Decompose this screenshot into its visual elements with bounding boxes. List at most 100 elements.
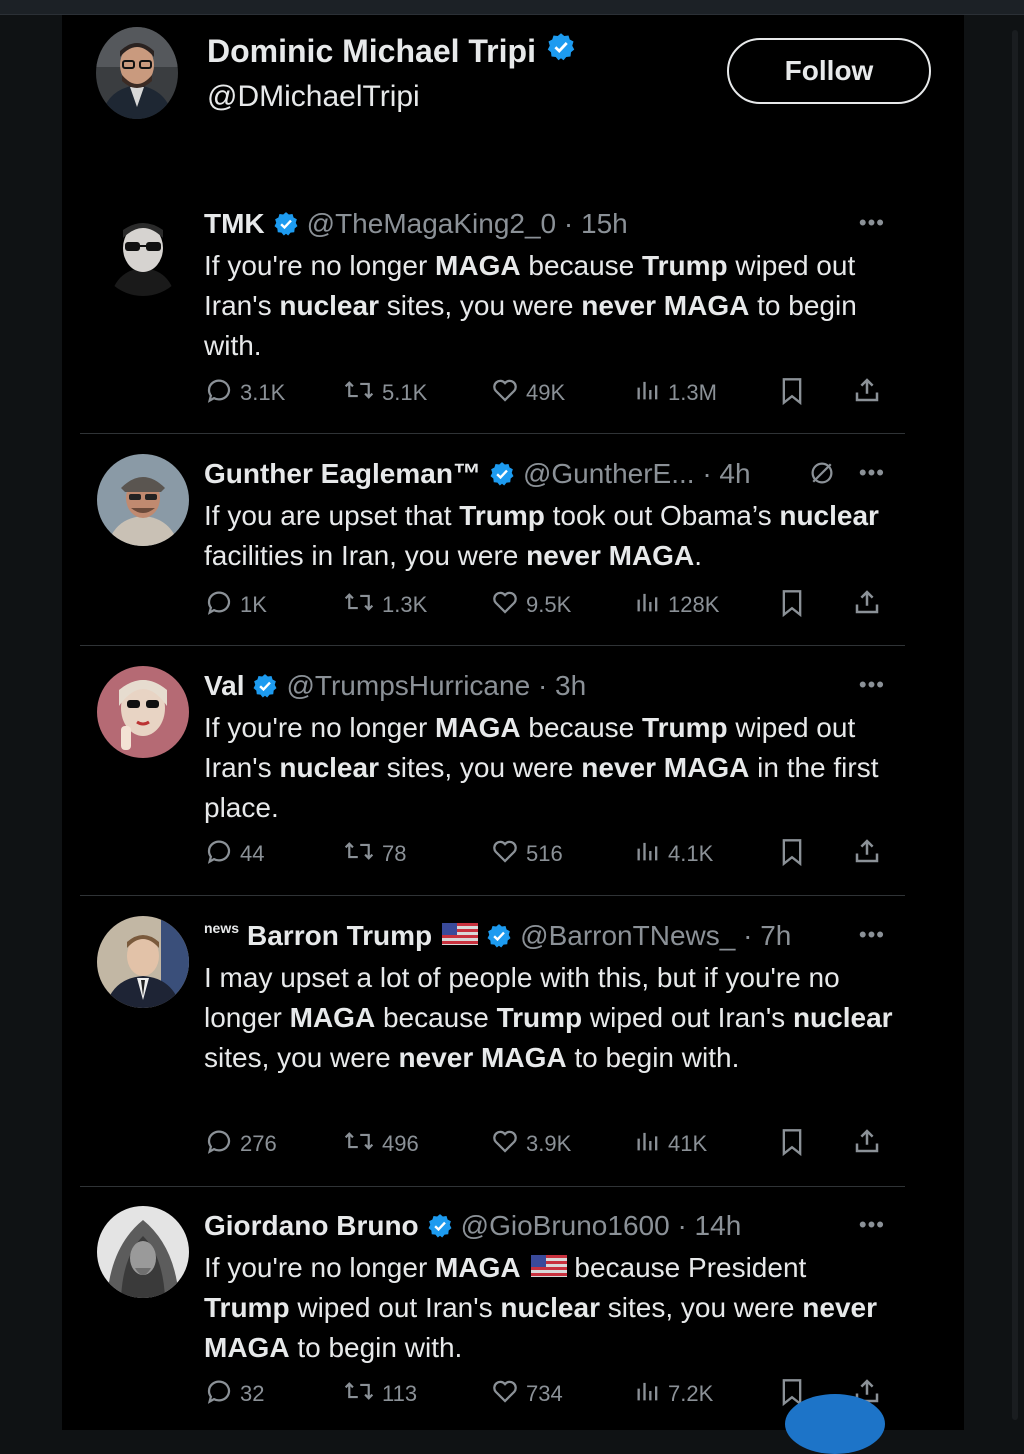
tweet-avatar[interactable] [97, 1206, 189, 1298]
retweet-button[interactable]: 78 [342, 836, 406, 872]
retweet-icon [342, 1126, 376, 1162]
tweet[interactable]: Giordano Bruno @GioBruno1600 · 14h ••• If y… [80, 1206, 905, 1416]
like-icon [490, 375, 520, 411]
retweet-icon [342, 375, 376, 411]
tweet-author-name[interactable]: Giordano Bruno [204, 1210, 419, 1242]
retweet-button[interactable]: 113 [342, 1376, 417, 1412]
views-button[interactable]: 4.1K [634, 836, 713, 872]
tweet-author-handle[interactable]: @BarronTNews_ [520, 920, 735, 952]
tweet-avatar[interactable] [97, 454, 189, 546]
reply-button[interactable]: 276 [204, 1126, 277, 1162]
views-button[interactable]: 1.3M [634, 375, 717, 411]
follow-button[interactable]: Follow [727, 38, 931, 104]
share-icon [852, 836, 882, 872]
bookmark-button[interactable] [778, 375, 806, 413]
reply-count: 1K [240, 592, 267, 617]
tweet-timestamp[interactable]: · 3h [530, 670, 586, 702]
like-button[interactable]: 734 [490, 1376, 563, 1412]
reply-count: 276 [240, 1131, 277, 1156]
tweet[interactable]: Val @TrumpsHurricane · 3h ••• If you're no … [80, 666, 905, 876]
tweet-author-handle[interactable]: @TheMagaKing2_0 [307, 208, 556, 240]
tweet-header: Giordano Bruno @GioBruno1600 · 14h [204, 1206, 741, 1246]
profile-name[interactable]: Dominic Michael Tripi [207, 32, 576, 70]
bookmark-button[interactable] [778, 1126, 806, 1164]
tweet[interactable]: Gunther Eagleman™ @GuntherE... · 4h ••• If … [80, 454, 905, 627]
tweet-time-text: · 14h [677, 1210, 742, 1241]
views-icon [634, 836, 662, 872]
retweet-button[interactable]: 5.1K [342, 375, 427, 411]
tweet-author-name[interactable]: Gunther Eagleman™ [204, 458, 481, 490]
compose-button[interactable] [785, 1394, 885, 1454]
tweet-text: If you're no longer MAGA because Preside… [204, 1248, 894, 1368]
tweet-header: Val @TrumpsHurricane · 3h [204, 666, 586, 706]
profile-avatar[interactable] [96, 27, 178, 119]
more-icon[interactable]: ••• [859, 1212, 885, 1238]
more-icon[interactable]: ••• [859, 210, 885, 236]
reply-count: 44 [240, 841, 265, 866]
share-button[interactable] [852, 1126, 882, 1162]
tweet-text: If you're no longer MAGA because Trump w… [204, 712, 879, 823]
bookmark-button[interactable] [778, 587, 806, 625]
more-icon[interactable]: ••• [859, 460, 885, 486]
views-icon [634, 587, 662, 623]
views-button[interactable]: 7.2K [634, 1376, 713, 1412]
retweet-icon [342, 587, 376, 623]
more-icon[interactable]: ••• [859, 922, 885, 948]
tweet-avatar[interactable] [97, 916, 189, 1008]
tweet-author-handle[interactable]: @TrumpsHurricane [286, 670, 530, 702]
tweet-timestamp[interactable]: · 14h [670, 1210, 742, 1242]
reply-icon [204, 1126, 234, 1162]
tweet-author-name[interactable]: TMK [204, 208, 265, 240]
like-icon [490, 587, 520, 623]
views-button[interactable]: 41K [634, 1126, 707, 1162]
like-button[interactable]: 49K [490, 375, 565, 411]
like-button[interactable]: 9.5K [490, 587, 571, 623]
tweet-actions: 3.1K 5.1K 49K 1.3M [204, 375, 884, 411]
like-button[interactable]: 516 [490, 836, 563, 872]
tweet-author-handle[interactable]: @GuntherE... [523, 458, 695, 490]
reply-count: 32 [240, 1381, 265, 1406]
reply-button[interactable]: 3.1K [204, 375, 285, 411]
tweet-time-text: · 15h [563, 208, 628, 239]
tweet[interactable]: TMK @TheMagaKing2_0 · 15h ••• If you're no … [80, 204, 905, 415]
tweet-timestamp[interactable]: · 15h [556, 208, 628, 240]
tweet-author-name[interactable]: Barron Trump [247, 920, 432, 952]
tweet-actions: 32 113 734 7.2K [204, 1376, 884, 1412]
tweet-avatar[interactable] [97, 204, 189, 296]
views-icon [634, 1126, 662, 1162]
tweet-timestamp[interactable]: · 7h [735, 920, 791, 952]
reply-count: 3.1K [240, 380, 286, 405]
like-button[interactable]: 3.9K [490, 1126, 571, 1162]
profile-handle[interactable]: @DMichaelTripi [207, 80, 420, 114]
tweet-author-handle[interactable]: @GioBruno1600 [461, 1210, 670, 1242]
retweet-button[interactable]: 496 [342, 1126, 419, 1162]
like-count: 3.9K [526, 1131, 572, 1156]
views-icon [634, 1376, 662, 1412]
tweet-timestamp[interactable]: · 4h [695, 458, 751, 490]
retweet-count: 5.1K [382, 380, 428, 405]
tweet-time-text: · 4h [702, 458, 751, 489]
views-button[interactable]: 128K [634, 587, 719, 623]
retweet-icon [342, 836, 376, 872]
reply-button[interactable]: 32 [204, 1376, 264, 1412]
bookmark-icon [778, 1126, 806, 1164]
us-flag-icon [530, 1248, 567, 1288]
bookmark-icon [778, 587, 806, 625]
tweet[interactable]: news Barron Trump @BarronTNews_ · 7h ••• I m… [80, 916, 905, 1166]
tweet-actions: 1K 1.3K 9.5K 128K [204, 587, 884, 623]
share-button[interactable] [852, 375, 882, 411]
more-icon[interactable]: ••• [859, 672, 885, 698]
like-count: 49K [526, 380, 566, 405]
share-button[interactable] [852, 836, 882, 872]
retweet-button[interactable]: 1.3K [342, 587, 427, 623]
reply-button[interactable]: 1K [204, 587, 267, 623]
like-count: 9.5K [526, 592, 572, 617]
mute-icon[interactable] [807, 458, 837, 493]
share-button[interactable] [852, 587, 882, 623]
share-icon [852, 587, 882, 623]
tweet-avatar[interactable] [97, 666, 189, 758]
bookmark-button[interactable] [778, 836, 806, 874]
reply-button[interactable]: 44 [204, 836, 264, 872]
scrollbar[interactable] [1012, 30, 1018, 1420]
tweet-author-name[interactable]: Val [204, 670, 244, 702]
